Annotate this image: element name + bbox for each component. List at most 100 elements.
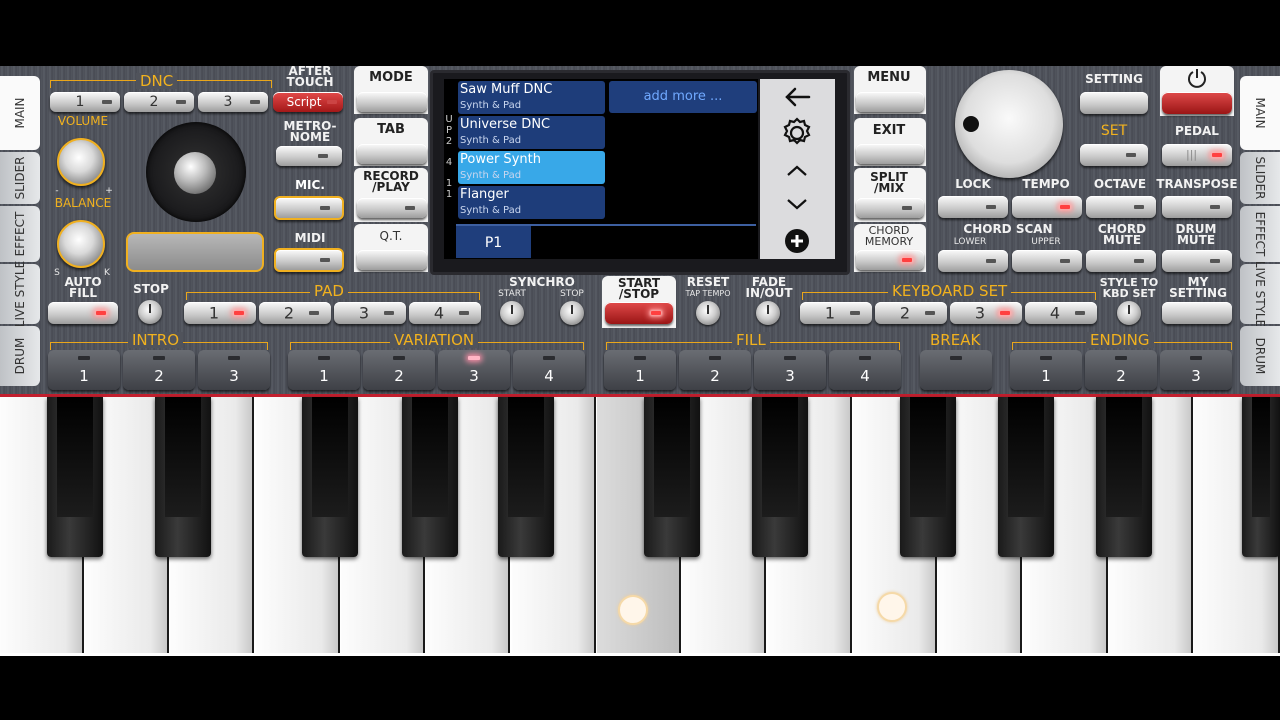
black-key[interactable] xyxy=(402,397,458,557)
black-key[interactable] xyxy=(302,397,358,557)
stop-knob[interactable] xyxy=(138,300,162,324)
plus-circle-icon[interactable] xyxy=(785,229,809,253)
power-icon xyxy=(1188,69,1206,88)
chord-mute-button[interactable] xyxy=(1086,250,1156,272)
tab-slider-left[interactable]: SLIDER xyxy=(0,152,40,204)
kbd-set-button-3[interactable]: 3 xyxy=(950,302,1022,324)
black-key[interactable] xyxy=(155,397,211,557)
synchro-stop-knob[interactable] xyxy=(560,301,584,325)
black-key[interactable] xyxy=(1242,397,1280,557)
add-more-button[interactable]: add more ... xyxy=(609,81,757,113)
style-to-kbd-knob[interactable] xyxy=(1117,301,1141,325)
variation-button-4[interactable]: 4 xyxy=(513,350,585,390)
ending-button-3[interactable]: 3 xyxy=(1160,350,1232,390)
pedal-button[interactable]: ||| xyxy=(1162,144,1232,166)
exit-button[interactable] xyxy=(856,144,924,164)
split-mix-button[interactable] xyxy=(856,198,924,218)
kbd-set-button-2[interactable]: 2 xyxy=(875,302,947,324)
midi-button[interactable] xyxy=(274,248,344,272)
lock-label: LOCK xyxy=(955,177,991,191)
fade-knob[interactable] xyxy=(756,301,780,325)
start-stop-button[interactable] xyxy=(605,302,673,324)
dnc-button-3[interactable]: 3 xyxy=(198,92,268,112)
variation-button-1[interactable]: 1 xyxy=(288,350,360,390)
black-key[interactable] xyxy=(644,397,700,557)
chevron-down-icon[interactable] xyxy=(787,199,807,210)
fill-button-2[interactable]: 2 xyxy=(679,350,751,390)
pad-button-2[interactable]: 2 xyxy=(259,302,331,324)
black-key[interactable] xyxy=(498,397,554,557)
metronome-button[interactable] xyxy=(276,146,342,166)
tab-live-style-right[interactable]: LIVE STYLE xyxy=(1240,261,1280,327)
synchro-label: SYNCHRO xyxy=(509,275,575,289)
gear-icon[interactable] xyxy=(783,117,811,145)
chord-scan-upper-button[interactable] xyxy=(1012,250,1082,272)
tab-effect-right[interactable]: EFFECT xyxy=(1240,206,1280,262)
tab-live-style-left[interactable]: LIVE STYLE xyxy=(0,261,40,327)
dnc-button-1[interactable]: 1 xyxy=(50,92,120,112)
pad-button-4[interactable]: 4 xyxy=(409,302,481,324)
variation-button-2[interactable]: 2 xyxy=(363,350,435,390)
mic-button[interactable] xyxy=(274,196,344,220)
record-play-label: RECORD /PLAY xyxy=(363,169,419,194)
tab-main-right[interactable]: MAIN xyxy=(1240,76,1280,150)
sound-item[interactable]: Universe DNC Synth & Pad xyxy=(458,116,605,149)
page-p1-tab[interactable]: P1 xyxy=(456,226,531,258)
reset-knob[interactable] xyxy=(696,301,720,325)
tab-main-left[interactable]: MAIN xyxy=(0,76,40,150)
chevron-up-icon[interactable] xyxy=(787,165,807,176)
tab-drum-right[interactable]: DRUM xyxy=(1240,326,1280,386)
setting-button[interactable] xyxy=(1080,92,1148,114)
tab-drum-left[interactable]: DRUM xyxy=(0,326,40,386)
black-key[interactable] xyxy=(1096,397,1152,557)
record-play-button[interactable] xyxy=(357,198,427,218)
volume-knob[interactable] xyxy=(57,138,105,186)
intro-button-2[interactable]: 2 xyxy=(123,350,195,390)
dnc-button-2[interactable]: 2 xyxy=(124,92,194,112)
ending-button-1[interactable]: 1 xyxy=(1010,350,1082,390)
chord-memory-button[interactable] xyxy=(856,250,924,270)
fill-button-1[interactable]: 1 xyxy=(604,350,676,390)
drum-mute-button[interactable] xyxy=(1162,250,1232,272)
set-button[interactable] xyxy=(1080,144,1148,166)
octave-button[interactable] xyxy=(1086,196,1156,218)
intro-button-3[interactable]: 3 xyxy=(198,350,270,390)
chord-scan-lower-button[interactable] xyxy=(938,250,1008,272)
auto-fill-button[interactable] xyxy=(48,302,118,324)
black-key[interactable] xyxy=(998,397,1054,557)
my-setting-button[interactable] xyxy=(1162,302,1232,324)
lock-button[interactable] xyxy=(938,196,1008,218)
joystick[interactable] xyxy=(146,122,246,222)
data-dial[interactable] xyxy=(955,70,1063,178)
menu-button[interactable] xyxy=(856,92,924,112)
tempo-button[interactable] xyxy=(1012,196,1082,218)
qt-button[interactable] xyxy=(357,250,427,270)
pitch-bend-pad[interactable] xyxy=(126,232,264,272)
black-key[interactable] xyxy=(47,397,103,557)
sound-item[interactable]: Saw Muff DNC Synth & Pad xyxy=(458,81,605,114)
script-button[interactable]: Script xyxy=(273,92,343,112)
black-key[interactable] xyxy=(752,397,808,557)
balance-knob[interactable] xyxy=(57,220,105,268)
pad-button-1[interactable]: 1 xyxy=(184,302,256,324)
kbd-set-button-4[interactable]: 4 xyxy=(1025,302,1097,324)
mode-button[interactable] xyxy=(357,92,427,112)
sound-item-selected[interactable]: Power Synth Synth & Pad xyxy=(458,151,605,184)
kbd-set-button-1[interactable]: 1 xyxy=(800,302,872,324)
tab-effect-left[interactable]: EFFECT xyxy=(0,206,40,262)
break-button[interactable] xyxy=(920,350,992,390)
transpose-button[interactable] xyxy=(1162,196,1232,218)
intro-button-1[interactable]: 1 xyxy=(48,350,120,390)
black-key[interactable] xyxy=(900,397,956,557)
power-button[interactable] xyxy=(1162,92,1232,114)
variation-button-3[interactable]: 3 xyxy=(438,350,510,390)
tab-button[interactable] xyxy=(357,144,427,164)
tab-slider-right[interactable]: SLIDER xyxy=(1240,152,1280,204)
synchro-start-knob[interactable] xyxy=(500,301,524,325)
sound-item[interactable]: Flanger Synth & Pad xyxy=(458,186,605,219)
fill-button-4[interactable]: 4 xyxy=(829,350,901,390)
back-arrow-icon[interactable] xyxy=(785,87,811,107)
ending-button-2[interactable]: 2 xyxy=(1085,350,1157,390)
pad-button-3[interactable]: 3 xyxy=(334,302,406,324)
fill-button-3[interactable]: 3 xyxy=(754,350,826,390)
